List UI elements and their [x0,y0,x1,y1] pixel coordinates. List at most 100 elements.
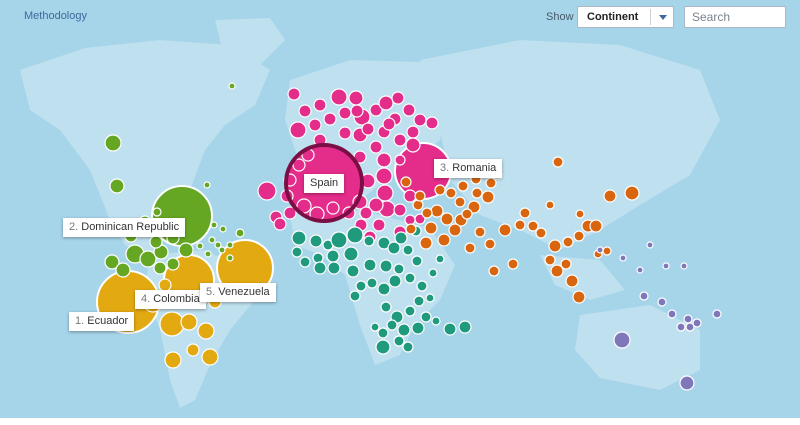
asia-bubble[interactable] [485,177,497,189]
africa-bubble[interactable] [343,246,359,262]
africa-bubble[interactable] [355,280,367,292]
asia-bubble[interactable] [400,176,412,188]
europe-bubble[interactable] [323,112,337,126]
africa-bubble[interactable] [312,252,324,264]
africa-bubble[interactable] [420,311,432,323]
asia-bubble[interactable] [484,238,496,250]
africa-bubble[interactable] [435,254,445,264]
africa-bubble[interactable] [291,230,307,246]
oceania-bubble[interactable] [657,297,667,307]
europe-bubble[interactable] [273,217,287,231]
oceania-bubble[interactable] [636,266,644,274]
africa-bubble[interactable] [326,249,340,263]
europe-bubble[interactable] [369,140,383,154]
africa-bubble[interactable] [363,235,375,247]
asia-bubble[interactable] [481,190,495,204]
asia-bubble[interactable] [572,290,586,304]
africa-bubble[interactable] [377,327,389,339]
europe-bubble[interactable] [405,137,421,153]
oceania-bubble[interactable] [596,246,604,254]
europe-bubble[interactable] [298,104,312,118]
country-label-colombia[interactable]: 4. Colombia [135,290,206,309]
asia-bubble[interactable] [445,187,457,199]
africa-bubble[interactable] [411,321,425,335]
africa-bubble[interactable] [370,322,380,332]
africa-bubble[interactable] [394,231,408,245]
country-label-romania[interactable]: 3. Romania [434,159,503,178]
asia-bubble[interactable] [603,189,617,203]
methodology-link[interactable]: Methodology [24,10,87,22]
asia-bubble[interactable] [624,185,640,201]
north-america-bubble[interactable] [235,228,245,238]
north-america-bubble[interactable] [204,250,212,258]
europe-bubble[interactable] [361,122,375,136]
europe-bubble[interactable] [330,88,348,106]
south-america-bubble[interactable] [159,311,185,337]
asia-bubble[interactable] [498,223,512,237]
africa-bubble[interactable] [404,305,416,317]
north-america-bubble[interactable] [153,261,167,275]
europe-bubble[interactable] [375,167,393,185]
north-america-bubble[interactable] [196,242,204,250]
africa-bubble[interactable] [291,246,303,258]
north-america-bubble[interactable] [219,225,227,233]
oceania-bubble[interactable] [683,314,693,324]
europe-bubble[interactable] [326,201,340,215]
asia-bubble[interactable] [514,219,526,231]
oceania-bubble[interactable] [685,322,695,332]
asia-bubble[interactable] [437,233,451,247]
asia-bubble[interactable] [544,254,556,266]
asia-bubble[interactable] [562,236,574,248]
africa-bubble[interactable] [299,256,311,268]
europe-bubble[interactable] [413,113,427,127]
oceania-bubble[interactable] [613,331,631,349]
oceania-bubble[interactable] [646,241,654,249]
asia-bubble[interactable] [461,208,473,220]
africa-bubble[interactable] [379,259,393,273]
africa-bubble[interactable] [413,295,425,307]
asia-bubble[interactable] [434,184,446,196]
europe-bubble[interactable] [378,95,394,111]
asia-bubble[interactable] [419,236,433,250]
africa-bubble[interactable] [349,290,361,302]
oceania-bubble[interactable] [680,262,688,270]
south-america-bubble[interactable] [197,322,215,340]
africa-bubble[interactable] [346,226,364,244]
north-america-bubble[interactable] [152,207,162,217]
africa-bubble[interactable] [388,274,402,288]
north-america-bubble[interactable] [203,181,211,189]
africa-bubble[interactable] [411,255,423,267]
north-america-bubble[interactable] [151,185,213,247]
north-america-bubble[interactable] [218,246,226,254]
europe-bubble[interactable] [308,118,322,132]
europe-bubble[interactable] [338,126,352,140]
north-america-bubble[interactable] [115,262,131,278]
europe-bubble[interactable] [406,125,420,139]
asia-bubble[interactable] [535,227,547,239]
africa-bubble[interactable] [377,282,391,296]
europe-bubble[interactable] [425,116,439,130]
oceania-bubble[interactable] [639,291,649,301]
asia-bubble[interactable] [589,219,603,233]
africa-bubble[interactable] [309,234,323,248]
north-america-bubble[interactable] [109,178,125,194]
south-america-bubble[interactable] [201,348,219,366]
europe-bubble[interactable] [391,91,405,105]
asia-bubble[interactable] [464,242,476,254]
europe-bubble[interactable] [394,154,406,166]
north-america-bubble[interactable] [178,242,194,258]
oceania-bubble[interactable] [667,309,677,319]
asia-bubble[interactable] [560,258,572,270]
africa-bubble[interactable] [386,319,398,331]
europe-bubble[interactable] [372,218,386,232]
africa-bubble[interactable] [402,341,414,353]
oceania-bubble[interactable] [679,375,695,391]
asia-bubble[interactable] [421,207,433,219]
continent-dropdown[interactable]: Continent [577,6,674,28]
south-america-bubble[interactable] [180,313,198,331]
asia-bubble[interactable] [430,204,444,218]
north-america-bubble[interactable] [208,236,216,244]
country-label-venezuela[interactable]: 5. Venezuela [200,283,276,302]
africa-bubble[interactable] [363,258,377,272]
europe-bubble[interactable] [393,203,407,217]
